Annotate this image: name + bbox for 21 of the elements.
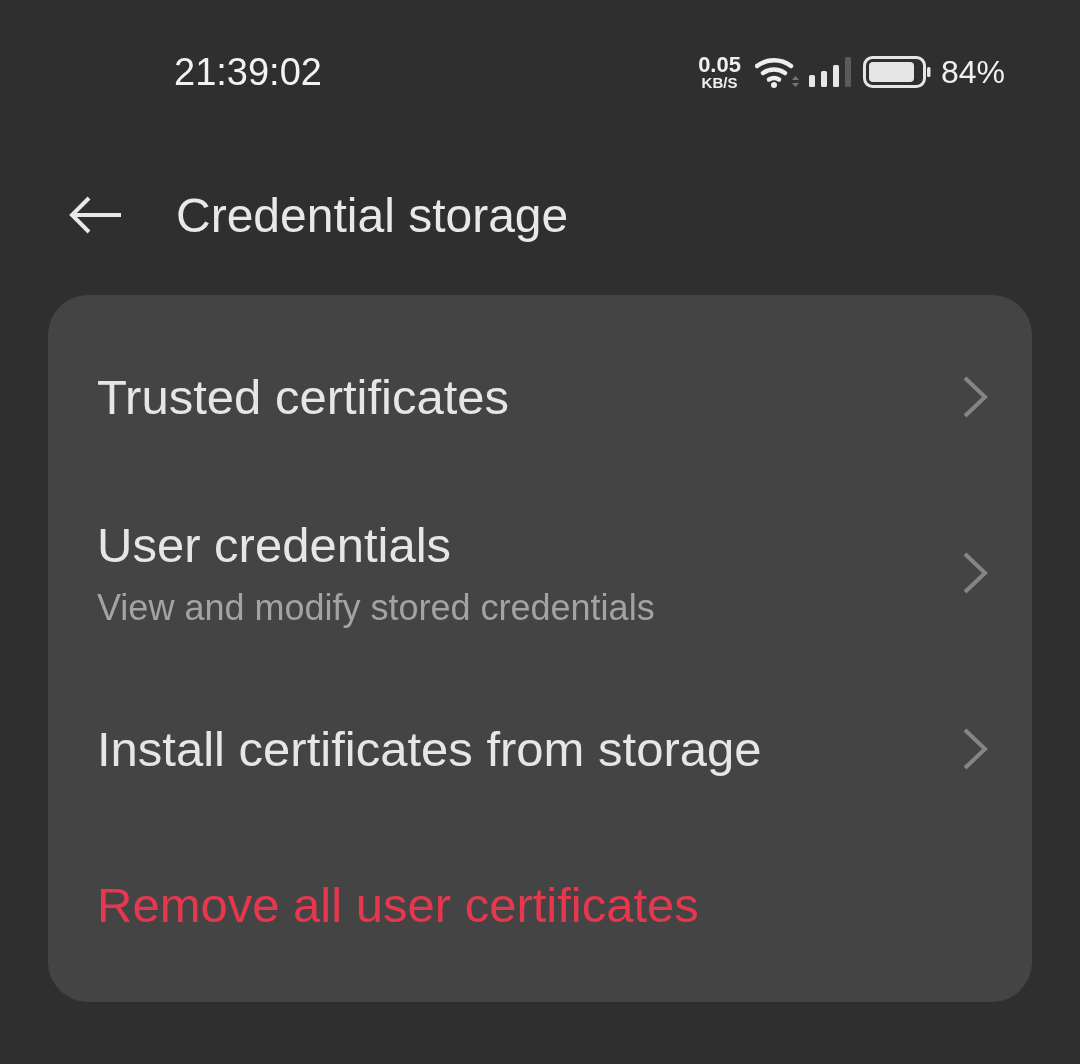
page-title: Credential storage [176,187,569,243]
back-arrow-icon [69,195,123,235]
network-speed-unit: KB/S [701,74,738,90]
item-title: Remove all user certificates [97,877,699,933]
settings-list-item[interactable]: Trusted certificates [48,309,1032,485]
battery-percentage: 84% [940,53,1005,92]
item-subtitle: View and modify stored credentials [97,587,655,629]
chevron-right-icon [963,376,988,418]
wifi-icon [754,55,799,89]
signal-icon [808,57,853,87]
item-title: Install certificates from storage [97,721,762,777]
settings-list-item[interactable]: Install certificates from storage [48,661,1032,837]
network-speed: 0.05 [698,54,741,75]
chevron-right-icon [963,552,988,594]
settings-list-item[interactable]: User credentials View and modify stored credentials [48,485,1032,661]
item-title: User credentials [97,517,453,573]
clock-time: 21:39:02 [174,50,322,94]
battery-icon [862,56,931,88]
back-button[interactable] [68,195,124,235]
item-title: Trusted certificates [97,369,510,425]
chevron-right-icon [963,728,988,770]
